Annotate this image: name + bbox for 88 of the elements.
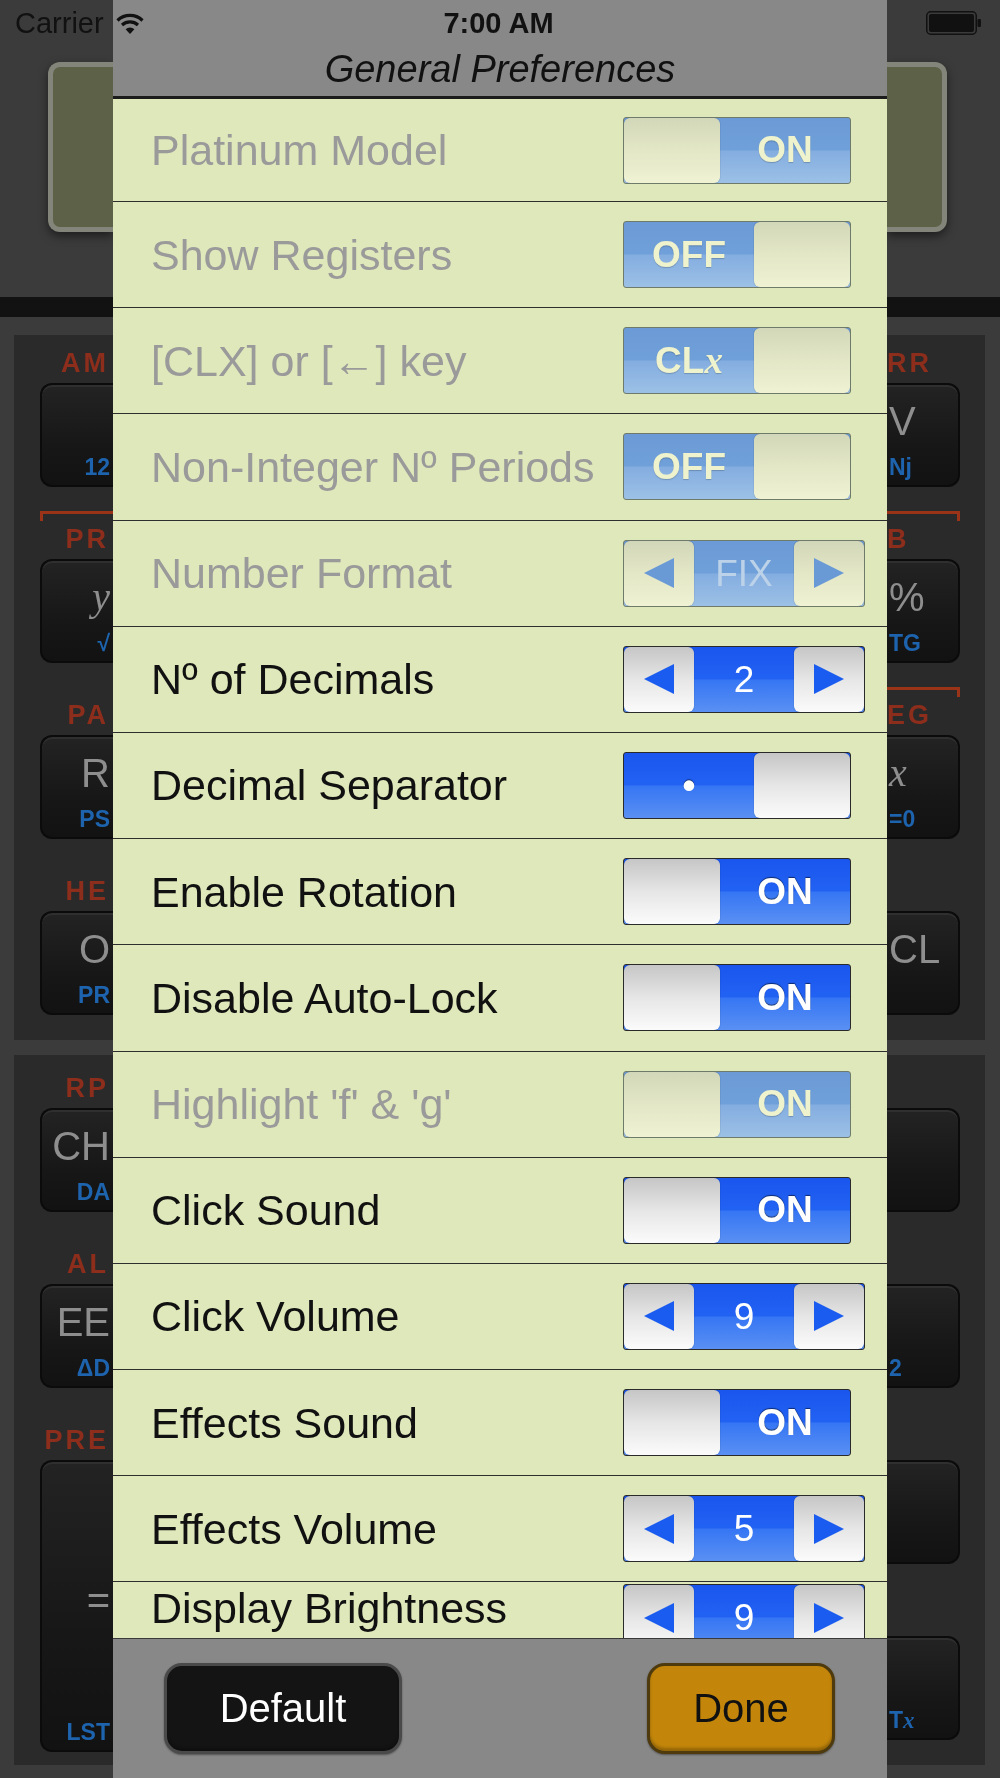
setting-label: Show Registers <box>151 230 454 279</box>
stepper-value: 2 <box>732 660 756 698</box>
setting-label: Platinum Model <box>151 125 449 175</box>
right-triangle-icon <box>814 1513 844 1544</box>
stepper-value: 9 <box>732 1297 756 1335</box>
key-glyph: V <box>889 401 916 441</box>
switch-thumb[interactable] <box>624 1390 720 1456</box>
toggle-switch[interactable]: ON <box>623 858 851 926</box>
stepper[interactable]: 5 <box>623 1495 865 1563</box>
stepper-value: 5 <box>732 1510 756 1548</box>
switch-thumb[interactable] <box>624 859 720 925</box>
battery-icon <box>926 11 982 35</box>
setting-label: Decimal Separator <box>151 761 509 810</box>
stepper[interactable]: 9 <box>623 1584 865 1638</box>
increment-button[interactable] <box>794 1496 864 1562</box>
key-sublabel: Tx <box>889 1709 915 1732</box>
key-label: B <box>887 526 910 553</box>
switch-thumb[interactable] <box>624 1177 720 1243</box>
key-label: PA <box>67 702 109 729</box>
key-sublabel: ΔD <box>76 1357 110 1380</box>
key-sublabel: PR <box>78 984 110 1007</box>
done-button[interactable]: Done <box>647 1663 835 1754</box>
key-glyph: = <box>86 1579 110 1620</box>
key-sublabel: √ <box>97 632 110 655</box>
setting-label: Effects Volume <box>151 1504 439 1553</box>
decrement-button[interactable] <box>624 1283 694 1349</box>
decrement-button[interactable] <box>624 1496 694 1562</box>
setting-label: Click Sound <box>151 1186 382 1235</box>
toggle-switch[interactable]: ON <box>623 1389 851 1457</box>
setting-label: Enable Rotation <box>151 867 458 916</box>
key-label: PRE <box>44 1427 109 1454</box>
right-triangle-icon <box>814 558 844 589</box>
window-title: General Preferences <box>324 49 676 91</box>
switch-thumb[interactable] <box>624 965 720 1031</box>
stepper-value: 9 <box>732 1599 756 1637</box>
stepper[interactable]: 2 <box>623 645 865 713</box>
toggle-switch[interactable]: ON <box>623 1176 851 1244</box>
key-glyph: x <box>889 753 907 793</box>
key-label: EG <box>887 702 932 729</box>
key-sublabel: 2 <box>889 1357 902 1380</box>
setting-label: Highlight 'f' & 'g' <box>151 1080 453 1129</box>
increment-button[interactable] <box>794 1585 864 1638</box>
key-label: RR <box>887 350 932 377</box>
setting-label: Nº of Decimals <box>151 655 436 704</box>
decrement-button[interactable] <box>624 646 694 712</box>
key-sublabel: PS <box>79 808 110 831</box>
key-glyph: O <box>78 929 110 969</box>
setting-label: Number Format <box>151 549 454 598</box>
setting-label: Click Volume <box>151 1292 401 1341</box>
key-sublabel: TG <box>889 632 921 655</box>
increment-button[interactable] <box>794 646 864 712</box>
key-label: AL <box>67 1251 109 1278</box>
left-triangle-icon <box>644 558 674 589</box>
key-label: RP <box>65 1075 109 1102</box>
key-glyph: R <box>81 753 110 793</box>
key-sublabel: 12 <box>84 456 110 479</box>
setting-label: Effects Sound <box>151 1398 419 1447</box>
key-glyph: CH <box>52 1126 110 1166</box>
left-triangle-icon <box>644 1602 674 1633</box>
increment-button[interactable] <box>794 1283 864 1349</box>
default-button[interactable]: Default <box>164 1663 402 1754</box>
right-triangle-icon <box>814 1301 844 1332</box>
key-glyph: EE <box>56 1302 110 1342</box>
toggle-switch[interactable]: ON <box>623 964 851 1032</box>
key-sublabel: =0 <box>889 808 916 831</box>
key-label: HE <box>65 878 109 905</box>
key-sublabel: Nj <box>889 456 912 479</box>
setting-label: Non-Integer Nº Periods <box>151 442 596 492</box>
right-triangle-icon <box>814 1602 844 1633</box>
key-label: PR <box>65 526 109 553</box>
right-triangle-icon <box>814 664 844 695</box>
key-glyph: % <box>889 577 925 617</box>
setting-label: Disable Auto-Lock <box>151 973 499 1022</box>
clock-time: 7:00 AM <box>443 6 554 40</box>
setting-label: Display Brightness <box>151 1584 509 1633</box>
key-label: AM <box>61 350 109 377</box>
left-triangle-icon <box>644 1513 674 1544</box>
setting-label: [CLX] or [←] key <box>151 336 468 385</box>
switch-thumb[interactable] <box>754 753 850 819</box>
key-glyph: CL <box>889 929 941 969</box>
left-triangle-icon <box>644 1301 674 1332</box>
key-sublabel: LST <box>66 1721 110 1744</box>
key-sublabel: DA <box>76 1181 110 1204</box>
toggle-switch[interactable]: • <box>623 752 851 820</box>
left-triangle-icon <box>644 664 674 695</box>
stepper-value: FIX <box>714 554 774 592</box>
decrement-button[interactable] <box>624 1585 694 1638</box>
stepper[interactable]: 9 <box>623 1282 865 1350</box>
